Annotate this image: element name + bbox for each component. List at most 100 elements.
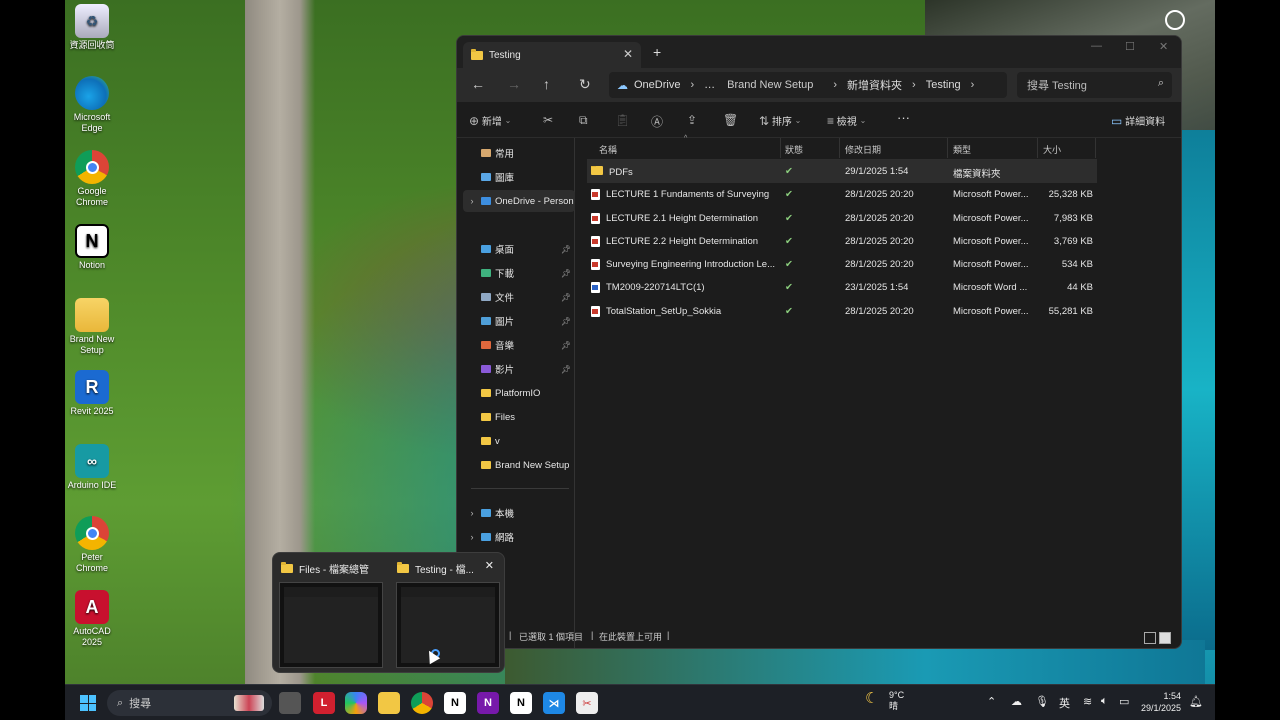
ime-indicator[interactable]: 英: [1059, 695, 1070, 711]
breadcrumb-ellipsis[interactable]: …: [704, 79, 715, 91]
start-button[interactable]: [77, 692, 99, 714]
file-row[interactable]: TotalStation_SetUp_Sokkia ✔ 28/1/2025 20:2…: [587, 300, 1097, 323]
sidebar-item-pictures[interactable]: 圖片 📌︎: [463, 310, 575, 332]
thumbnail-close-icon[interactable]: ✕: [485, 559, 494, 572]
clock[interactable]: 1:54 29/1/2025: [1141, 690, 1181, 714]
sidebar-item-v[interactable]: v: [463, 430, 575, 452]
onenote-icon[interactable]: N: [477, 692, 499, 714]
desktop-icon-recycle-bin[interactable]: ♻ 資源回收筒: [64, 4, 120, 51]
refresh-icon[interactable]: ↻: [579, 76, 591, 93]
battery-icon[interactable]: ▭: [1119, 695, 1129, 708]
copy-icon[interactable]: ⧉: [579, 113, 588, 128]
new-tab-icon[interactable]: +: [653, 44, 661, 60]
volume-icon[interactable]: 🔈︎: [1101, 695, 1108, 708]
sidebar-item-downloads[interactable]: 下載 📌︎: [463, 262, 575, 284]
column-header-name[interactable]: 名稱: [599, 143, 617, 156]
delete-icon[interactable]: 🗑︎: [723, 113, 738, 127]
view-button[interactable]: ≡ 檢視 ⌄: [827, 113, 866, 129]
notification-bell-icon[interactable]: 🔔︎: [1189, 695, 1203, 708]
notion-taskbar-icon[interactable]: N: [444, 692, 466, 714]
sidebar-item-files[interactable]: Files: [463, 406, 575, 428]
address-bar[interactable]: ☁ OneDrive › … Brand New Setup › 新增資料夾 ›…: [609, 72, 1007, 98]
sidebar-item-videos[interactable]: 影片 📌︎: [463, 358, 575, 380]
thumbnail-files[interactable]: Files - 檔案總管: [281, 561, 369, 576]
desktop-icon-edge[interactable]: Microsoft Edge: [64, 76, 120, 134]
sidebar-item-home[interactable]: 常用: [463, 142, 575, 164]
file-size: 55,281 KB: [1048, 305, 1093, 317]
file-row[interactable]: Surveying Engineering Introduction Le...…: [587, 253, 1097, 276]
file-row[interactable]: LECTURE 2.1 Height Determination ✔ 28/1/20…: [587, 207, 1097, 230]
sort-button[interactable]: ⇅ 排序 ⌄: [759, 113, 801, 129]
desktop-icon-chrome[interactable]: Google Chrome: [64, 150, 120, 208]
file-row[interactable]: TM2009-220714LTC(1) ✔ 23/1/2025 1:54 Micros…: [587, 276, 1097, 299]
account-circle-icon[interactable]: [1165, 10, 1185, 30]
thumbnail-preview-testing[interactable]: [396, 582, 500, 668]
desktop-icon-autocad[interactable]: A AutoCAD 2025: [64, 590, 120, 648]
forward-icon[interactable]: →: [507, 76, 521, 92]
notion-taskbar-icon-2[interactable]: N: [510, 692, 532, 714]
paste-icon[interactable]: 📋︎: [615, 113, 630, 127]
search-input[interactable]: 搜尋 Testing ⌕: [1017, 72, 1172, 98]
thumbnail-testing[interactable]: Testing - 檔...: [397, 561, 474, 576]
copilot-icon[interactable]: [345, 692, 367, 714]
expand-chevron-icon[interactable]: ›: [463, 196, 481, 206]
close-window-icon[interactable]: ✕: [1159, 40, 1168, 53]
chrome-taskbar-icon[interactable]: [411, 692, 433, 714]
tab-close-icon[interactable]: ✕: [623, 47, 633, 61]
snipping-tool-icon[interactable]: ✂: [576, 692, 598, 714]
task-view-icon[interactable]: [279, 692, 301, 714]
breadcrumb-onedrive[interactable]: OneDrive: [634, 79, 680, 91]
column-header-size[interactable]: 大小: [1043, 143, 1061, 156]
minimize-icon[interactable]: —: [1091, 40, 1102, 52]
desktop-icon-arduino[interactable]: ∞ Arduino IDE: [64, 444, 120, 491]
tiles-view-icon[interactable]: [1159, 632, 1171, 644]
cut-icon[interactable]: ✂: [543, 113, 553, 127]
onedrive-tray-icon[interactable]: ☁: [1011, 695, 1022, 708]
desktop-icon-brand-new-setup[interactable]: Brand New Setup: [64, 298, 120, 356]
column-header-type[interactable]: 類型: [953, 143, 971, 156]
vscode-icon[interactable]: ⋊: [543, 692, 565, 714]
column-header-status[interactable]: 狀態: [785, 143, 803, 156]
breadcrumb-brand-new-setup[interactable]: Brand New Setup: [727, 79, 813, 91]
sidebar-item-label: v: [495, 435, 500, 447]
microphone-icon[interactable]: 🎙︎: [1035, 695, 1049, 708]
sidebar-item-network[interactable]: › 網路: [463, 526, 575, 548]
share-icon[interactable]: ⇪: [687, 113, 697, 127]
weather-widget[interactable]: ☾ 9°C 晴: [865, 690, 904, 712]
sidebar-item-platformio[interactable]: PlatformIO: [463, 382, 575, 404]
file-type: Microsoft Word ...: [953, 282, 1028, 294]
details-pane-button[interactable]: ▭ 詳細資料: [1111, 113, 1165, 129]
breadcrumb-new-folder[interactable]: 新增資料夾: [847, 77, 902, 93]
maximize-icon[interactable]: ☐: [1125, 40, 1135, 53]
expand-chevron-icon[interactable]: ›: [463, 532, 481, 542]
new-button[interactable]: ⊕ 新增 ⌄: [469, 113, 511, 129]
column-header-date[interactable]: 修改日期: [845, 143, 881, 156]
wifi-icon[interactable]: ≋: [1083, 695, 1092, 708]
thumbnail-preview-files[interactable]: [279, 582, 383, 668]
sidebar-item-this-pc[interactable]: › 本機: [463, 502, 575, 524]
tray-overflow-icon[interactable]: ⌃: [987, 695, 996, 708]
desktop-icon-peter-chrome[interactable]: Peter Chrome: [64, 516, 120, 574]
taskbar-search[interactable]: ⌕ 搜尋: [107, 690, 272, 716]
sidebar-item-onedrive[interactable]: › OneDrive - Person: [463, 190, 575, 212]
sidebar-item-brand-new-setup[interactable]: Brand New Setup: [463, 454, 575, 476]
file-row[interactable]: LECTURE 1 Fundaments of Surveying ✔ 28/1/2…: [587, 183, 1097, 206]
file-row[interactable]: LECTURE 2.2 Height Determination ✔ 28/1/20…: [587, 230, 1097, 253]
sidebar-item-documents[interactable]: 文件 📌︎: [463, 286, 575, 308]
file-explorer-taskbar-icon[interactable]: [378, 692, 400, 714]
tab-testing[interactable]: Testing ✕: [463, 42, 641, 68]
breadcrumb-testing[interactable]: Testing: [926, 79, 961, 91]
expand-chevron-icon[interactable]: ›: [463, 508, 481, 518]
rename-icon[interactable]: Ⓐ: [651, 113, 663, 130]
sidebar-item-gallery[interactable]: 圖庫: [463, 166, 575, 188]
desktop-icon-revit[interactable]: R Revit 2025: [64, 370, 120, 417]
sidebar-item-music[interactable]: 音樂 📌︎: [463, 334, 575, 356]
desktop-icon-notion[interactable]: N Notion: [64, 224, 120, 271]
sidebar-item-desktop[interactable]: 桌面 📌︎: [463, 238, 575, 260]
taskbar-app-l-icon[interactable]: L: [313, 692, 335, 714]
file-row[interactable]: PDFs ✔ 29/1/2025 1:54 檔案資料夾: [587, 160, 1097, 184]
back-icon[interactable]: ←: [471, 76, 485, 92]
details-view-icon[interactable]: [1144, 632, 1156, 644]
up-icon[interactable]: ↑: [543, 76, 550, 92]
more-options-icon[interactable]: ···: [897, 110, 910, 125]
